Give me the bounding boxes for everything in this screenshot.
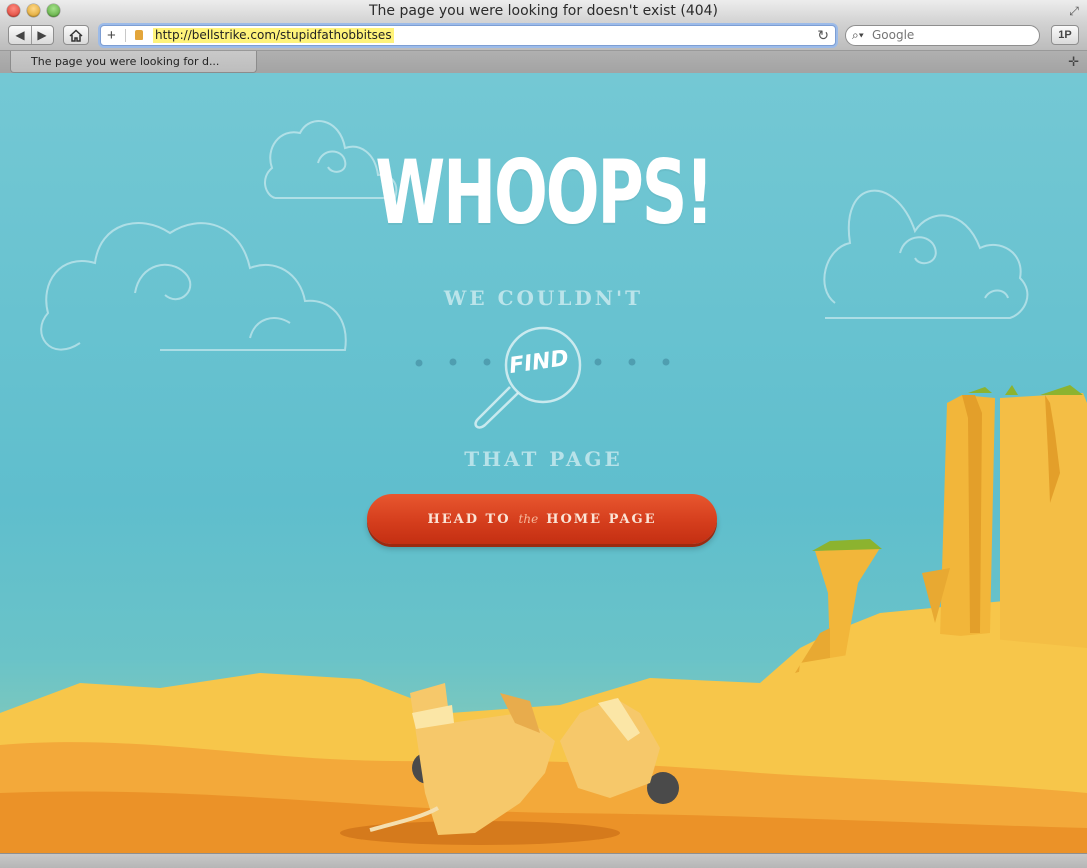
tab-active[interactable]: The page you were looking for d...: [10, 51, 257, 73]
button-text-part3: HOME PAGE: [546, 512, 657, 527]
button-text-part2: the: [518, 512, 539, 526]
page-headline: WHOOPS!: [375, 141, 714, 244]
url-text[interactable]: http://bellstrike.com/stupidfathobbitses: [153, 28, 394, 43]
page-content: WHOOPS! WE COULDN'T FIND THAT PAGE HEAD …: [0, 73, 1087, 853]
tab-bar: The page you were looking for d... ✛: [0, 50, 1087, 73]
browser-toolbar: ◀ ▶ + http://bellstrike.com/stupidfathobb…: [0, 22, 1087, 50]
chevron-left-icon: ◀: [15, 28, 25, 42]
back-button[interactable]: ◀: [9, 26, 31, 44]
search-field[interactable]: ⌕▾: [845, 25, 1040, 46]
add-bookmark-icon[interactable]: +: [107, 27, 116, 44]
headline-container: WHOOPS!: [0, 141, 1087, 244]
divider: [31, 26, 32, 44]
site-icon: [135, 30, 143, 40]
new-tab-icon[interactable]: ✛: [1068, 54, 1079, 70]
onepassword-button[interactable]: 1P: [1051, 25, 1079, 45]
minimize-window-button[interactable]: [27, 4, 40, 17]
close-window-button[interactable]: [7, 4, 20, 17]
tab-label: The page you were looking for d...: [31, 55, 220, 68]
button-text-part1: HEAD TO: [427, 512, 511, 527]
magnifier-icon: [474, 326, 582, 429]
fullscreen-icon[interactable]: ⤢: [1067, 4, 1081, 18]
address-bar[interactable]: + http://bellstrike.com/stupidfathobbits…: [100, 25, 836, 46]
subtitle-line2: THAT PAGE: [464, 447, 623, 471]
back-forward-buttons: ◀ ▶: [8, 25, 54, 45]
home-page-button[interactable]: HEAD TO the HOME PAGE: [367, 494, 717, 544]
search-input[interactable]: [872, 28, 1032, 42]
window-title: The page you were looking for doesn't ex…: [368, 3, 719, 19]
status-bar: [0, 853, 1087, 868]
forward-button[interactable]: ▶: [31, 26, 53, 44]
search-icon: ⌕▾: [852, 28, 864, 42]
window-titlebar: The page you were looking for doesn't ex…: [0, 0, 1087, 22]
zoom-window-button[interactable]: [47, 4, 60, 17]
divider: [125, 29, 126, 42]
chevron-right-icon: ▶: [37, 28, 47, 42]
home-button[interactable]: [63, 25, 89, 45]
home-icon: [69, 29, 83, 42]
reload-icon[interactable]: ↻: [817, 27, 829, 44]
subtitle-line1: WE COULDN'T: [443, 286, 644, 310]
